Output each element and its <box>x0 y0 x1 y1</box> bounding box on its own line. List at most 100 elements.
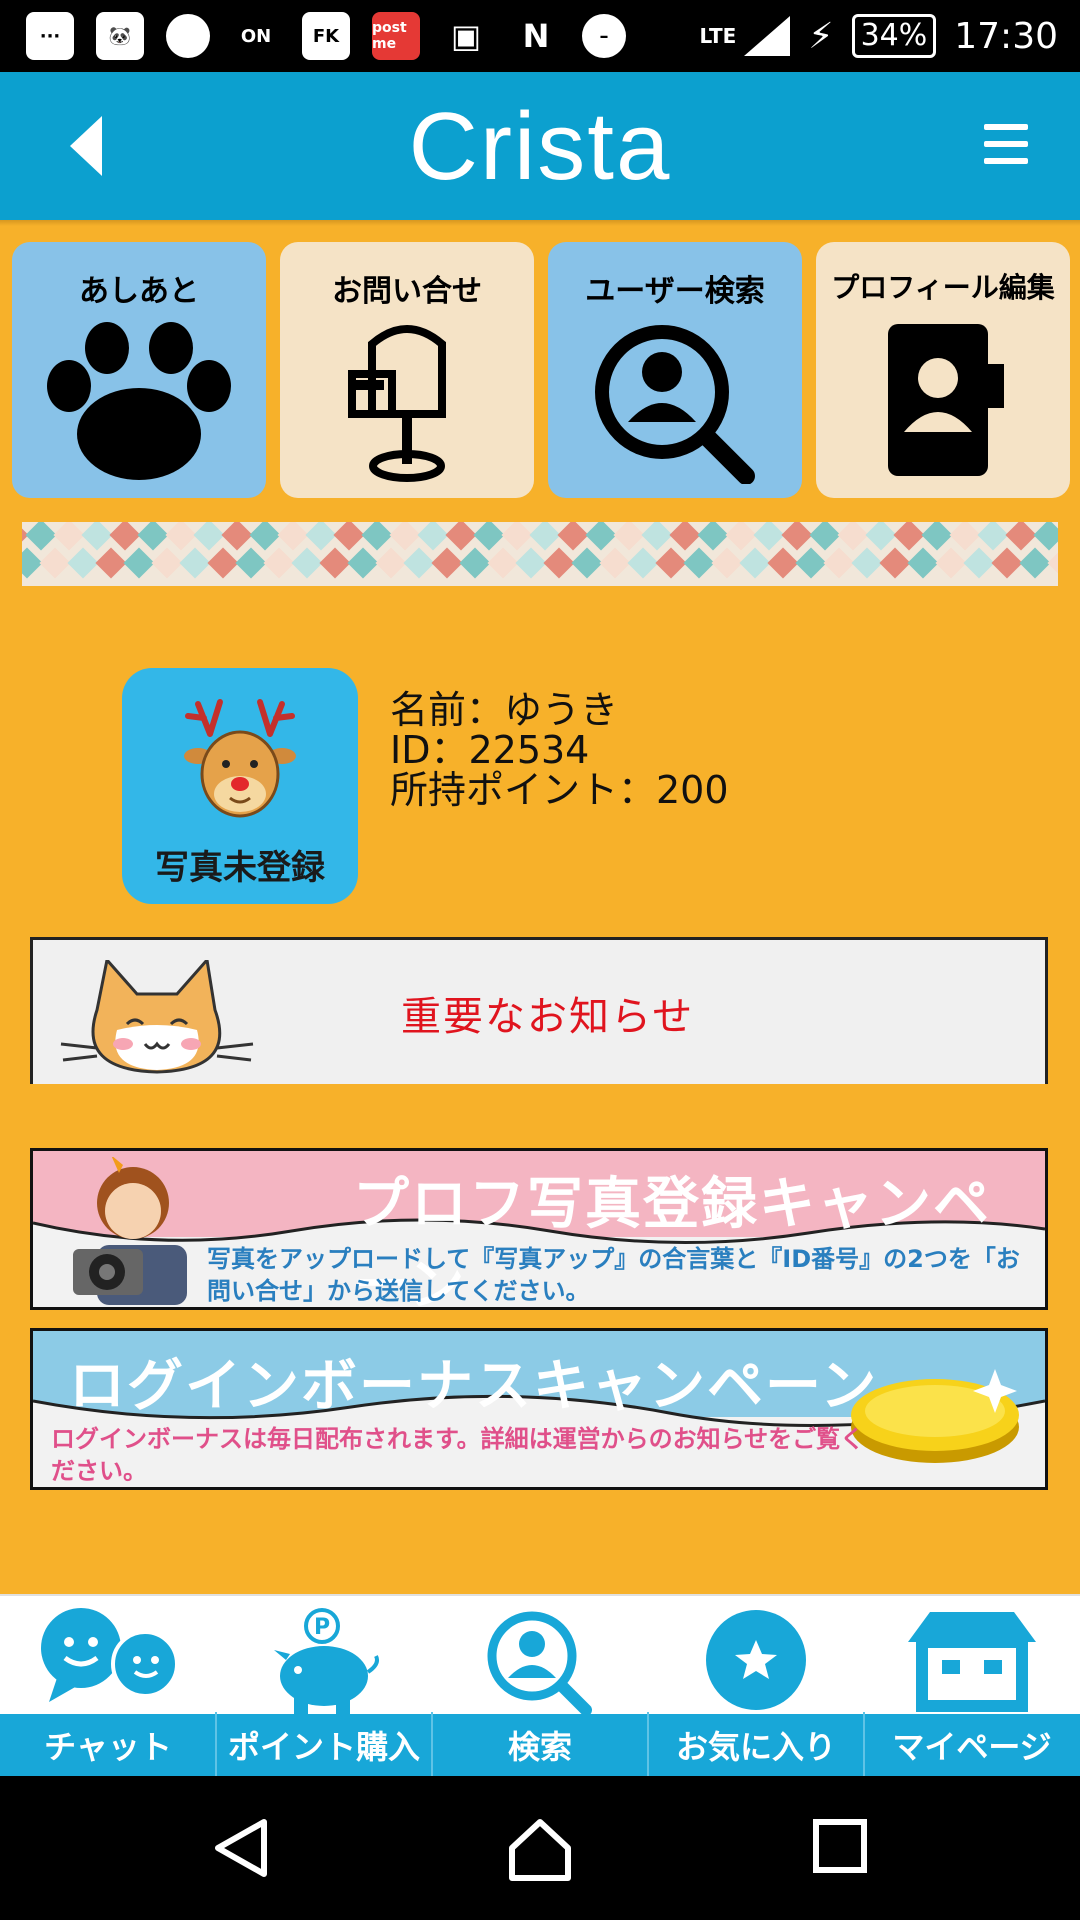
argyle-diamond <box>585 522 617 551</box>
status-bar: ··· 🐼 ON FK post me ▣ N – LTE ⚡ 34% 17:3… <box>0 0 1080 72</box>
argyle-diamond <box>305 522 337 551</box>
argyle-diamond <box>179 547 211 579</box>
argyle-diamond <box>445 522 477 551</box>
image-icon: ▣ <box>450 17 482 55</box>
login-bonus-campaign-banner[interactable]: ログインボーナスキャンペーン ログインボーナスは毎日配布されます。詳細は運営から… <box>30 1328 1048 1490</box>
argyle-diamond <box>921 522 953 551</box>
argyle-diamond <box>865 522 897 551</box>
argyle-diamond <box>1019 547 1051 579</box>
quick-menu: あしあと お問い合せ ユーザー検索 プロフィール編集 <box>12 242 1070 498</box>
argyle-diamond <box>893 522 925 551</box>
argyle-diamond <box>879 547 911 579</box>
argyle-diamond <box>977 522 1009 551</box>
argyle-diamond <box>1033 522 1058 551</box>
argyle-diamond <box>137 522 169 551</box>
profile-name: 名前：ゆうき <box>390 688 619 732</box>
tile-contact[interactable]: お問い合せ <box>280 242 534 498</box>
camera-girl-icon <box>73 1157 187 1305</box>
paw-icon <box>47 322 231 480</box>
tile-label: お問い合せ <box>332 274 482 309</box>
argyle-diamond <box>781 522 813 551</box>
app-header: Crista <box>0 72 1080 220</box>
nav-label: チャット <box>44 1728 172 1766</box>
important-notice-label: 重要なお知らせ <box>401 994 695 1040</box>
reindeer-icon <box>184 699 296 818</box>
tile-profile-edit[interactable]: プロフィール編集 <box>816 242 1070 498</box>
nav-chat[interactable]: チャット <box>0 1596 216 1778</box>
argyle-diamond <box>151 547 183 579</box>
argyle-diamond <box>403 547 435 579</box>
tile-ashiato[interactable]: あしあと <box>12 242 266 498</box>
tile-user-search[interactable]: ユーザー検索 <box>548 242 802 498</box>
profile-photo-campaign-banner[interactable]: プロフ写真登録キャンペーン 写真をアップロードして『写真アップ』の合言葉と『ID… <box>30 1148 1048 1310</box>
system-home-icon[interactable] <box>508 1818 572 1882</box>
argyle-diamond <box>641 522 673 551</box>
argyle-diamond <box>291 547 323 579</box>
argyle-diamond <box>739 547 771 579</box>
argyle-diamond <box>375 547 407 579</box>
panda-app-icon: 🐼 <box>96 12 144 60</box>
argyle-diamond <box>599 547 631 579</box>
more-notifications-icon: ··· <box>26 12 74 60</box>
hamburger-menu-icon[interactable] <box>984 124 1028 164</box>
nav-favorites[interactable]: お気に入り <box>648 1596 864 1778</box>
banner-text: 写真をアップロードして『写真アップ』の合言葉と『ID番号』の2つを「お問い合せ」… <box>207 1245 1020 1305</box>
nav-search[interactable]: 検索 <box>432 1596 648 1778</box>
svg-text:P: P <box>314 1615 330 1640</box>
argyle-diamond <box>837 522 869 551</box>
argyle-diamond <box>907 547 939 579</box>
profile-id: ID：22534 <box>390 728 590 772</box>
nav-label: ポイント購入 <box>227 1728 420 1766</box>
banner-title: ログインボーナスキャンペーン <box>69 1354 879 1419</box>
clock: 17:30 <box>954 15 1058 57</box>
argyle-diamond <box>851 547 883 579</box>
argyle-diamond <box>655 547 687 579</box>
argyle-diamond <box>459 547 491 579</box>
argyle-diamond <box>683 547 715 579</box>
argyle-diamond <box>767 547 799 579</box>
notification-icons: ··· 🐼 ON FK post me ▣ N – <box>26 12 626 60</box>
signal-icon <box>744 16 791 56</box>
important-notice-button[interactable]: 重要なお知らせ <box>30 937 1048 1084</box>
user-search-icon <box>595 325 755 484</box>
argyle-diamond <box>1005 522 1037 551</box>
argyle-diamond <box>963 547 995 579</box>
argyle-diamond <box>515 547 547 579</box>
argyle-diamond <box>487 547 519 579</box>
argyle-diamond <box>431 547 463 579</box>
system-navigation-bar <box>0 1776 1080 1920</box>
argyle-diamond <box>501 522 533 551</box>
argyle-diamond <box>263 547 295 579</box>
tile-label: あしあと <box>79 274 199 309</box>
profile-photo[interactable]: 写真未登録 <box>122 668 358 904</box>
argyle-diamond <box>67 547 99 579</box>
argyle-diamond <box>557 522 589 551</box>
argyle-diamond <box>389 522 421 551</box>
argyle-diamond <box>753 522 785 551</box>
argyle-diamond <box>571 547 603 579</box>
photo-unregistered-label: 写真未登録 <box>155 848 325 888</box>
argyle-diamond <box>473 522 505 551</box>
argyle-diamond <box>347 547 379 579</box>
argyle-diamond <box>123 547 155 579</box>
do-not-disturb-icon: – <box>582 14 626 58</box>
argyle-diamond <box>949 522 981 551</box>
argyle-diamond <box>39 547 71 579</box>
argyle-diamond <box>221 522 253 551</box>
argyle-diamond <box>277 522 309 551</box>
nav-label: お気に入り <box>675 1728 836 1766</box>
profile-points: 所持ポイント：200 <box>390 768 729 812</box>
nav-point-purchase[interactable]: P ポイント購入 <box>216 1596 432 1778</box>
mailbox-icon <box>348 325 446 482</box>
system-back-icon[interactable] <box>212 1818 272 1878</box>
argyle-diamond <box>529 522 561 551</box>
argyle-diamond <box>95 547 127 579</box>
circle-app-icon <box>166 14 210 58</box>
banner-text: ログインボーナスは毎日配布されます。詳細は運営からのお知らせをご覧ください。 <box>51 1425 865 1485</box>
argyle-diamond <box>697 522 729 551</box>
argyle-diamond <box>627 547 659 579</box>
nav-mypage[interactable]: マイページ <box>864 1596 1080 1778</box>
argyle-diamond <box>543 547 575 579</box>
argyle-diamond <box>207 547 239 579</box>
system-recents-icon[interactable] <box>812 1818 868 1874</box>
